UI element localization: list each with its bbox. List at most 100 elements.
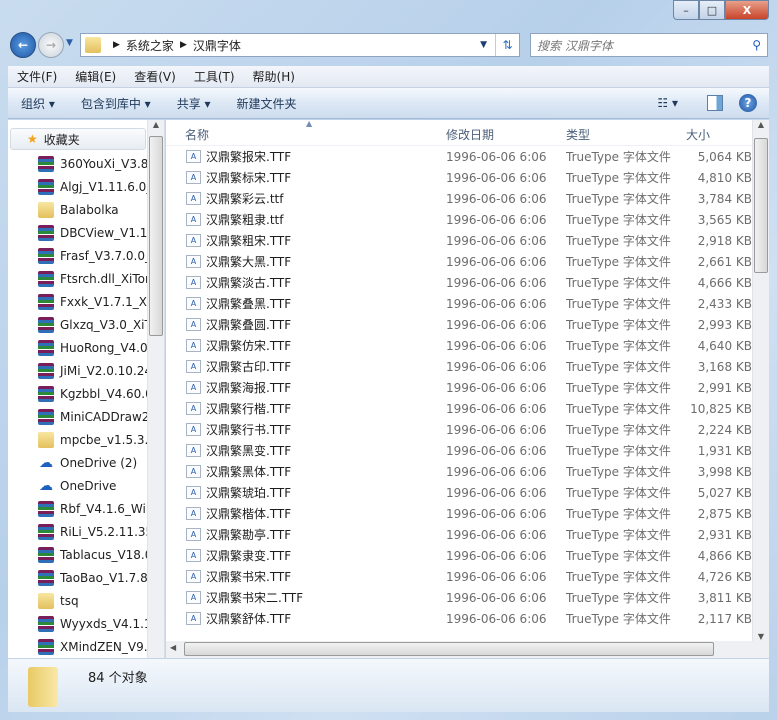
share-button[interactable]: 共享 ▾	[164, 95, 224, 112]
search-input[interactable]: 搜索 汉鼎字体 ⚲	[530, 33, 768, 57]
new-folder-button[interactable]: 新建文件夹	[224, 95, 310, 112]
nav-item[interactable]: Algj_V1.11.6.0_X	[8, 175, 164, 198]
nav-item[interactable]: Ftsrch.dll_XiTon	[8, 267, 164, 290]
horizontal-scroll-thumb[interactable]	[184, 642, 714, 656]
scroll-up-icon[interactable]: ▲	[753, 120, 769, 129]
menu-help[interactable]: 帮助(H)	[244, 68, 304, 85]
font-file-icon: A	[186, 318, 201, 331]
help-button[interactable]: ?	[739, 94, 757, 112]
maximize-button[interactable]: □	[699, 0, 725, 20]
file-date: 1996-06-06 6:06	[446, 548, 547, 563]
file-type: TrueType 字体文件	[566, 549, 671, 563]
file-date: 1996-06-06 6:06	[446, 170, 547, 185]
close-button[interactable]: X	[725, 0, 769, 20]
file-size: 3,811 KB	[697, 590, 752, 605]
file-row[interactable]: A 汉鼎繁大黑.TTF 1996-06-06 6:06 TrueType 字体文件 2,…	[166, 251, 752, 272]
column-date[interactable]: 修改日期	[446, 126, 494, 143]
nav-item[interactable]: JiMi_V2.0.10.24_	[8, 359, 164, 382]
file-row[interactable]: A 汉鼎繁粗隶.ttf 1996-06-06 6:06 TrueType 字体文件 3,…	[166, 209, 752, 230]
horizontal-scrollbar[interactable]: ◀	[166, 641, 769, 658]
file-row[interactable]: A 汉鼎繁黑体.TTF 1996-06-06 6:06 TrueType 字体文件 3,…	[166, 461, 752, 482]
nav-item[interactable]: XMindZEN_V9.0	[8, 635, 164, 658]
file-row[interactable]: A 汉鼎繁粗宋.TTF 1996-06-06 6:06 TrueType 字体文件 2,…	[166, 230, 752, 251]
file-row[interactable]: A 汉鼎繁叠圆.TTF 1996-06-06 6:06 TrueType 字体文件 2,…	[166, 314, 752, 335]
menu-tools[interactable]: 工具(T)	[185, 68, 244, 85]
include-in-library-button[interactable]: 包含到库中 ▾	[68, 95, 164, 112]
file-row[interactable]: A 汉鼎繁报宋.TTF 1996-06-06 6:06 TrueType 字体文件 5,…	[166, 146, 752, 167]
menu-file[interactable]: 文件(F)	[8, 68, 66, 85]
archive-icon	[38, 316, 54, 333]
nav-item[interactable]: RiLi_V5.2.11.354	[8, 520, 164, 543]
breadcrumb-item[interactable]: 系统之家	[126, 37, 174, 54]
file-name: 汉鼎繁海报.TTF	[206, 381, 292, 395]
file-name: 汉鼎繁仿宋.TTF	[206, 339, 292, 353]
file-row[interactable]: A 汉鼎繁勘亭.TTF 1996-06-06 6:06 TrueType 字体文件 2,…	[166, 524, 752, 545]
file-type: TrueType 字体文件	[566, 507, 671, 521]
back-button[interactable]: ←	[10, 32, 36, 58]
archive-icon	[38, 408, 54, 425]
menu-edit[interactable]: 编辑(E)	[66, 68, 125, 85]
file-row[interactable]: A 汉鼎繁行书.TTF 1996-06-06 6:06 TrueType 字体文件 2,…	[166, 419, 752, 440]
file-row[interactable]: A 汉鼎繁琥珀.TTF 1996-06-06 6:06 TrueType 字体文件 5,…	[166, 482, 752, 503]
minimize-button[interactable]: –	[673, 0, 699, 20]
nav-item[interactable]: ☁ OneDrive	[8, 474, 164, 497]
nav-item[interactable]: ☁ OneDrive (2)	[8, 451, 164, 474]
nav-item[interactable]: Fxxk_V1.7.1_XiT	[8, 290, 164, 313]
nav-item[interactable]: Kgzbbl_V4.60.0	[8, 382, 164, 405]
nav-item[interactable]: Frasf_V3.7.0.0_X	[8, 244, 164, 267]
file-row[interactable]: A 汉鼎繁淡古.TTF 1996-06-06 6:06 TrueType 字体文件 4,…	[166, 272, 752, 293]
file-row[interactable]: A 汉鼎繁黑变.TTF 1996-06-06 6:06 TrueType 字体文件 1,…	[166, 440, 752, 461]
file-type: TrueType 字体文件	[566, 591, 671, 605]
file-row[interactable]: A 汉鼎繁书宋.TTF 1996-06-06 6:06 TrueType 字体文件 4,…	[166, 566, 752, 587]
nav-item-label: JiMi_V2.0.10.24_	[60, 363, 159, 378]
forward-button[interactable]: →	[38, 32, 64, 58]
scroll-left-icon[interactable]: ◀	[170, 643, 176, 652]
nav-item[interactable]: mpcbe_v1.5.3.4	[8, 428, 164, 451]
nav-item[interactable]: DBCView_V1.1_X	[8, 221, 164, 244]
file-list-scrollbar[interactable]: ▲ ▼	[752, 120, 769, 641]
archive-icon	[38, 500, 54, 517]
scroll-down-icon[interactable]: ▼	[753, 632, 769, 641]
nav-item[interactable]: HuoRong_V4.0.	[8, 336, 164, 359]
nav-item[interactable]: Balabolka	[8, 198, 164, 221]
column-type[interactable]: 类型	[566, 126, 590, 143]
nav-item[interactable]: Glxzq_V3.0_XiTo	[8, 313, 164, 336]
preview-pane-button[interactable]	[707, 95, 723, 111]
file-scroll-thumb[interactable]	[754, 138, 768, 273]
file-type: TrueType 字体文件	[566, 150, 671, 164]
nav-item[interactable]: 360YouXi_V3.8.7	[8, 152, 164, 175]
file-row[interactable]: A 汉鼎繁彩云.ttf 1996-06-06 6:06 TrueType 字体文件 3,…	[166, 188, 752, 209]
organize-button[interactable]: 组织 ▾	[8, 95, 68, 112]
file-row[interactable]: A 汉鼎繁行楷.TTF 1996-06-06 6:06 TrueType 字体文件 10…	[166, 398, 752, 419]
nav-scroll-thumb[interactable]	[149, 136, 163, 336]
file-row[interactable]: A 汉鼎繁标宋.TTF 1996-06-06 6:06 TrueType 字体文件 4,…	[166, 167, 752, 188]
file-row[interactable]: A 汉鼎繁书宋二.TTF 1996-06-06 6:06 TrueType 字体文件 3…	[166, 587, 752, 608]
nav-item[interactable]: TaoBao_V1.7.8.	[8, 566, 164, 589]
file-row[interactable]: A 汉鼎繁仿宋.TTF 1996-06-06 6:06 TrueType 字体文件 4,…	[166, 335, 752, 356]
address-bar[interactable]: ▶ 系统之家 ▶ 汉鼎字体 ▼ ⇅	[80, 33, 520, 57]
menu-view[interactable]: 查看(V)	[125, 68, 185, 85]
refresh-button[interactable]: ⇅	[495, 34, 519, 56]
breadcrumb-item[interactable]: 汉鼎字体	[193, 37, 241, 54]
favorites-header[interactable]: ★ 收藏夹	[10, 128, 146, 150]
nav-item[interactable]: Tablacus_V18.0	[8, 543, 164, 566]
search-icon[interactable]: ⚲	[752, 38, 761, 52]
file-type: TrueType 字体文件	[566, 255, 671, 269]
file-row[interactable]: A 汉鼎繁楷体.TTF 1996-06-06 6:06 TrueType 字体文件 2,…	[166, 503, 752, 524]
nav-item[interactable]: Rbf_V4.1.6_Win8	[8, 497, 164, 520]
address-dropdown-icon[interactable]: ▼	[480, 40, 495, 50]
file-row[interactable]: A 汉鼎繁叠黑.TTF 1996-06-06 6:06 TrueType 字体文件 2,…	[166, 293, 752, 314]
scroll-up-icon[interactable]: ▲	[148, 120, 164, 129]
nav-item[interactable]: MiniCADDraw20	[8, 405, 164, 428]
view-options-button[interactable]: ☷ ▾	[644, 96, 691, 110]
file-row[interactable]: A 汉鼎繁隶变.TTF 1996-06-06 6:06 TrueType 字体文件 4,…	[166, 545, 752, 566]
nav-scrollbar[interactable]: ▲	[147, 120, 164, 658]
column-name[interactable]: 名称	[185, 126, 209, 143]
nav-item[interactable]: tsq	[8, 589, 164, 612]
nav-item[interactable]: Wyyxds_V4.1.1.	[8, 612, 164, 635]
column-size[interactable]: 大小	[686, 126, 710, 143]
file-row[interactable]: A 汉鼎繁海报.TTF 1996-06-06 6:06 TrueType 字体文件 2,…	[166, 377, 752, 398]
history-dropdown-icon[interactable]: ▼	[66, 38, 73, 48]
file-row[interactable]: A 汉鼎繁舒体.TTF 1996-06-06 6:06 TrueType 字体文件 2,…	[166, 608, 752, 629]
file-row[interactable]: A 汉鼎繁古印.TTF 1996-06-06 6:06 TrueType 字体文件 3,…	[166, 356, 752, 377]
